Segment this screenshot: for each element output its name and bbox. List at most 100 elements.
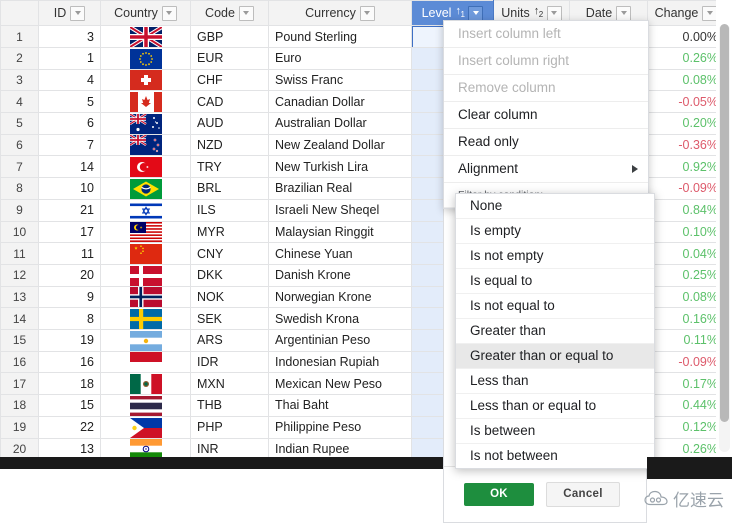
filter-dropdown-icon[interactable] [546, 5, 562, 21]
cell-id[interactable]: 21 [38, 198, 101, 222]
cell-country[interactable] [100, 394, 191, 417]
cell-id[interactable]: 8 [38, 307, 101, 331]
cell-country[interactable] [100, 437, 191, 457]
cell-change[interactable]: 0.08% [647, 285, 716, 309]
cell-code[interactable]: NOK [190, 285, 269, 309]
cell-currency[interactable]: Malaysian Ringgit [268, 220, 412, 244]
filter-condition-is-between[interactable]: Is between [456, 419, 654, 444]
cell-currency[interactable]: New Turkish Lira [268, 155, 412, 179]
cell-change[interactable]: 0.26% [647, 46, 716, 70]
cell-country[interactable] [100, 90, 191, 113]
cell-id[interactable]: 3 [38, 25, 101, 48]
cell-code[interactable]: EUR [190, 46, 269, 70]
cell-code[interactable]: IDR [190, 350, 269, 374]
cell-id[interactable]: 19 [38, 329, 101, 352]
cell-code[interactable]: PHP [190, 415, 269, 439]
filter-dropdown-icon[interactable] [616, 5, 632, 21]
cell-currency[interactable]: Danish Krone [268, 263, 412, 287]
context-menu-item-read-only[interactable]: Read only [444, 129, 648, 156]
cell-change[interactable]: 0.44% [647, 394, 716, 417]
cell-currency[interactable]: Pound Sterling [268, 25, 412, 48]
filter-condition-is-empty[interactable]: Is empty [456, 219, 654, 244]
filter-condition-is-not-empty[interactable]: Is not empty [456, 244, 654, 269]
filter-dropdown-icon[interactable] [161, 5, 177, 21]
cell-change[interactable]: -0.36% [647, 133, 716, 157]
filter-condition-none[interactable]: None [456, 194, 654, 219]
cell-country[interactable] [100, 155, 191, 179]
filter-dropdown-icon[interactable] [238, 5, 254, 21]
cell-country[interactable] [100, 350, 191, 374]
cell-country[interactable] [100, 263, 191, 287]
cell-code[interactable]: GBP [190, 25, 269, 48]
cell-code[interactable]: BRL [190, 177, 269, 200]
vertical-scrollbar[interactable] [719, 24, 730, 452]
column-header-change[interactable]: Change [647, 0, 716, 27]
cell-currency[interactable]: Argentinian Peso [268, 329, 412, 352]
cell-id[interactable]: 22 [38, 415, 101, 439]
cell-currency[interactable]: Israeli New Sheqel [268, 198, 412, 222]
cell-change[interactable]: 0.92% [647, 155, 716, 179]
scrollbar-thumb[interactable] [720, 24, 729, 422]
cell-code[interactable]: MXN [190, 372, 269, 396]
cell-currency[interactable]: Chinese Yuan [268, 242, 412, 265]
cell-change[interactable]: 0.17% [647, 372, 716, 396]
cell-currency[interactable]: Australian Dollar [268, 112, 412, 135]
column-header-id[interactable]: ID [38, 0, 101, 27]
cell-id[interactable]: 1 [38, 46, 101, 70]
cancel-button[interactable]: Cancel [546, 482, 620, 507]
cell-change[interactable]: 0.10% [647, 220, 716, 244]
filter-condition-submenu[interactable]: None Is empty Is not empty Is equal to Is no… [455, 193, 655, 469]
cell-change[interactable]: 0.26% [647, 437, 716, 457]
cell-currency[interactable]: Euro [268, 46, 412, 70]
cell-currency[interactable]: Norwegian Krone [268, 285, 412, 309]
cell-country[interactable] [100, 372, 191, 396]
column-header-country[interactable]: Country [100, 0, 191, 27]
cell-currency[interactable]: Brazilian Real [268, 177, 412, 200]
cell-country[interactable] [100, 25, 191, 48]
cell-currency[interactable]: Philippine Peso [268, 415, 412, 439]
cell-id[interactable]: 7 [38, 133, 101, 157]
cell-country[interactable] [100, 112, 191, 135]
cell-change[interactable]: 0.25% [647, 263, 716, 287]
cell-id[interactable]: 17 [38, 220, 101, 244]
filter-condition-greater-than[interactable]: Greater than [456, 319, 654, 344]
cell-change[interactable]: 0.16% [647, 307, 716, 331]
cell-change[interactable]: 0.00% [647, 25, 716, 48]
cell-country[interactable] [100, 133, 191, 157]
filter-condition-is-not-between[interactable]: Is not between [456, 444, 654, 468]
cell-currency[interactable]: Indian Rupee [268, 437, 412, 457]
cell-country[interactable] [100, 285, 191, 309]
cell-country[interactable] [100, 242, 191, 265]
cell-id[interactable]: 16 [38, 350, 101, 374]
cell-id[interactable]: 11 [38, 242, 101, 265]
filter-condition-greater-than-or-equal-to[interactable]: Greater than or equal to [456, 344, 654, 369]
cell-code[interactable]: THB [190, 394, 269, 417]
cell-change[interactable]: 0.11% [647, 329, 716, 352]
cell-id[interactable]: 13 [38, 437, 101, 457]
context-menu-item-clear-column[interactable]: Clear column [444, 102, 648, 129]
cell-change[interactable]: 0.08% [647, 68, 716, 92]
cell-currency[interactable]: Swedish Krona [268, 307, 412, 331]
cell-currency[interactable]: Mexican New Peso [268, 372, 412, 396]
cell-code[interactable]: NZD [190, 133, 269, 157]
cell-country[interactable] [100, 329, 191, 352]
cell-id[interactable]: 6 [38, 112, 101, 135]
cell-id[interactable]: 15 [38, 394, 101, 417]
cell-id[interactable]: 4 [38, 68, 101, 92]
cell-code[interactable]: INR [190, 437, 269, 457]
cell-change[interactable]: 0.04% [647, 242, 716, 265]
column-header-currency[interactable]: Currency [268, 0, 412, 27]
cell-code[interactable]: CAD [190, 90, 269, 113]
cell-code[interactable]: MYR [190, 220, 269, 244]
column-header-code[interactable]: Code [190, 0, 269, 27]
cell-country[interactable] [100, 177, 191, 200]
cell-currency[interactable]: Swiss Franc [268, 68, 412, 92]
cell-code[interactable]: ARS [190, 329, 269, 352]
cell-country[interactable] [100, 68, 191, 92]
cell-change[interactable]: -0.09% [647, 350, 716, 374]
filter-condition-less-than-or-equal-to[interactable]: Less than or equal to [456, 394, 654, 419]
cell-code[interactable]: TRY [190, 155, 269, 179]
context-menu-item-alignment[interactable]: Alignment [444, 156, 648, 183]
filter-condition-less-than[interactable]: Less than [456, 369, 654, 394]
column-context-menu[interactable]: Insert column left Insert column right Rem… [443, 20, 649, 209]
